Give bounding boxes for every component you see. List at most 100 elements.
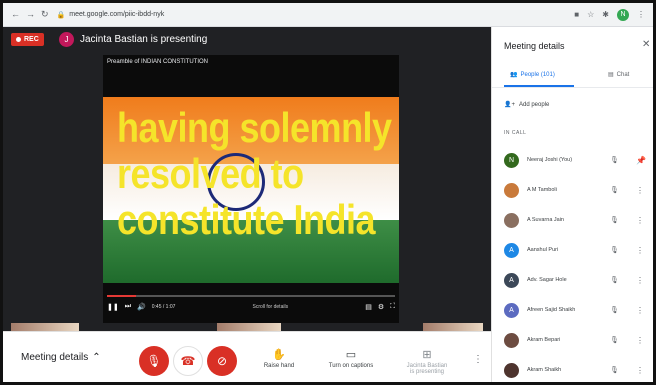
participant-avatar: A	[504, 302, 519, 318]
pause-icon[interactable]: ❚❚	[107, 303, 119, 311]
present-screen-icon: ⊞	[422, 349, 432, 361]
participant-name: Adv. Sagar Hole	[527, 277, 567, 283]
participant-row[interactable]: A M Tamboli 🎙 ⋮	[492, 177, 653, 203]
participant-avatar	[504, 362, 519, 378]
participant-avatar	[504, 212, 519, 228]
mic-off-icon: 🎙	[610, 367, 619, 374]
participant-name: Neeraj Joshi (You)	[527, 157, 573, 163]
tab-chat[interactable]: ▤ Chat	[608, 71, 630, 79]
profile-avatar[interactable]: N	[617, 8, 629, 21]
leave-call-button[interactable]: ☎	[173, 346, 203, 376]
chat-icon: ▤	[608, 72, 614, 78]
menu-dots-icon[interactable]: ⋮	[637, 10, 645, 19]
screenshot-frame: ← → ↻ 🔒 meet.google.com/piic-ibdd-nyk ■ …	[0, 0, 656, 385]
meeting-details-button[interactable]: Meeting details ⌃	[21, 352, 101, 363]
add-person-icon: 👤+	[504, 102, 515, 108]
video-controls-row: ❚❚ ⏭ 🔊 0:45 / 1:07 Scroll for details ▤ …	[107, 303, 395, 311]
participant-row[interactable]: A Suvarna Jain 🎙 ⋮	[492, 207, 653, 233]
microphone-off-button[interactable]: 🎙	[139, 346, 169, 376]
raise-hand-label: Raise hand	[263, 363, 295, 369]
in-call-heading: IN CALL	[504, 130, 527, 136]
recording-label: REC	[24, 36, 39, 43]
add-people-button[interactable]: 👤+ Add people	[504, 101, 550, 109]
record-icon	[16, 37, 21, 42]
participant-row[interactable]: A Afreen Sajid Shaikh 🎙 ⋮	[492, 297, 653, 323]
camera-off-button[interactable]: ⊘	[207, 346, 237, 376]
presenter-banner: J Jacinta Bastian is presenting	[59, 32, 207, 47]
more-options-icon[interactable]: ⋮	[636, 246, 644, 255]
add-people-label: Add people	[518, 101, 550, 108]
captions-label: Turn on captions	[328, 363, 374, 369]
participant-row[interactable]: N Neeraj Joshi (You) 🎙 📌	[492, 147, 653, 173]
lock-icon: 🔒	[56, 11, 66, 19]
more-options-icon[interactable]: ⋮	[636, 216, 644, 225]
fullscreen-icon[interactable]: ⛶	[390, 303, 395, 311]
presenter-avatar: J	[59, 32, 74, 47]
extension-icon[interactable]: ✱	[602, 10, 609, 19]
participant-avatar: N	[504, 152, 519, 168]
video-time: 0:45 / 1:07	[151, 304, 176, 310]
back-icon[interactable]: ←	[11, 9, 20, 20]
participant-row[interactable]: A Aanshul Puri 🎙 ⋮	[492, 237, 653, 263]
participant-name: Akram Shaikh	[527, 367, 562, 373]
raise-hand-button[interactable]: ✋ Raise hand	[249, 348, 309, 369]
hand-icon: ✋	[272, 349, 286, 361]
url-text: meet.google.com/piic-ibdd-nyk	[69, 11, 165, 18]
mic-off-icon: 🎙	[610, 277, 619, 284]
more-options-icon[interactable]: ⋮	[636, 186, 644, 195]
browser-nav: ← → ↻	[3, 9, 49, 20]
people-tab-label: People (101)	[520, 71, 555, 78]
video-progress-bar[interactable]	[107, 295, 395, 297]
shared-screen: Preamble of INDIAN CONSTITUTION having s…	[103, 55, 399, 323]
mic-off-icon: 🎙	[610, 157, 619, 164]
participant-row[interactable]: Akram Shaikh 🎙 ⋮	[492, 357, 653, 382]
participant-name: Akram Bepari	[527, 337, 561, 343]
camera-indicator-icon[interactable]: ■	[574, 10, 579, 19]
participant-avatar: A	[504, 272, 519, 288]
close-icon[interactable]: ✕	[642, 39, 650, 50]
captions-button[interactable]: ▭ Turn on captions	[321, 348, 381, 369]
star-icon[interactable]: ☆	[587, 10, 594, 19]
participant-row[interactable]: A Adv. Sagar Hole 🎙 ⋮	[492, 267, 653, 293]
panel-title: Meeting details	[504, 41, 565, 51]
settings-icon[interactable]: ⚙	[378, 303, 384, 311]
chat-tab-label: Chat	[616, 71, 630, 78]
video-frame[interactable]: having solemnly resolved to constitute I…	[103, 97, 399, 283]
presenting-button[interactable]: ⊞ Jacinta Bastian is presenting	[397, 348, 457, 375]
more-options-icon[interactable]: ⋮	[636, 276, 644, 285]
reload-icon[interactable]: ↻	[41, 9, 49, 20]
participant-name: A Suvarna Jain	[527, 217, 564, 223]
mic-off-icon: 🎙	[610, 187, 619, 194]
pin-icon[interactable]: 📌	[636, 156, 646, 165]
address-bar[interactable]: 🔒 meet.google.com/piic-ibdd-nyk	[57, 8, 575, 22]
more-options-icon[interactable]: ⋮	[636, 366, 644, 375]
participant-row[interactable]: Akram Bepari 🎙 ⋮	[492, 327, 653, 353]
slide-title: Preamble of INDIAN CONSTITUTION	[107, 59, 209, 65]
participant-avatar	[504, 182, 519, 198]
mic-off-icon: 🎙	[146, 354, 162, 368]
next-icon[interactable]: ⏭	[125, 303, 131, 311]
presenting-label-line2: is presenting	[409, 369, 445, 375]
subtitles-icon[interactable]: ▤	[365, 303, 372, 311]
more-options-icon[interactable]: ⋮	[636, 336, 644, 345]
mic-off-icon: 🎙	[610, 337, 619, 344]
participant-name: A M Tamboli	[527, 187, 557, 193]
meeting-details-label: Meeting details	[21, 352, 89, 363]
call-area: REC J Jacinta Bastian is presenting Prea…	[3, 27, 491, 333]
mic-off-icon: 🎙	[610, 307, 619, 314]
bottom-toolbar: Meeting details ⌃ 🎙 ☎ ⊘ ✋ Raise hand ▭ T…	[3, 331, 491, 382]
hang-up-icon: ☎	[180, 354, 196, 368]
tab-people[interactable]: 👥 People (101)	[510, 71, 555, 79]
volume-icon[interactable]: 🔊	[137, 303, 146, 311]
mic-off-icon: 🎙	[610, 247, 619, 254]
participant-avatar: A	[504, 242, 519, 258]
forward-icon[interactable]: →	[26, 9, 35, 20]
more-options-icon[interactable]: ⋮	[473, 354, 483, 365]
tab-divider	[492, 87, 653, 88]
browser-toolbar: ← → ↻ 🔒 meet.google.com/piic-ibdd-nyk ■ …	[3, 3, 653, 27]
more-options-icon[interactable]: ⋮	[636, 306, 644, 315]
participant-thumbnails	[3, 323, 491, 333]
video-hint: Scroll for details	[252, 304, 289, 310]
participant-name: Aanshul Puri	[527, 247, 559, 253]
chevron-up-icon: ⌃	[92, 352, 101, 363]
